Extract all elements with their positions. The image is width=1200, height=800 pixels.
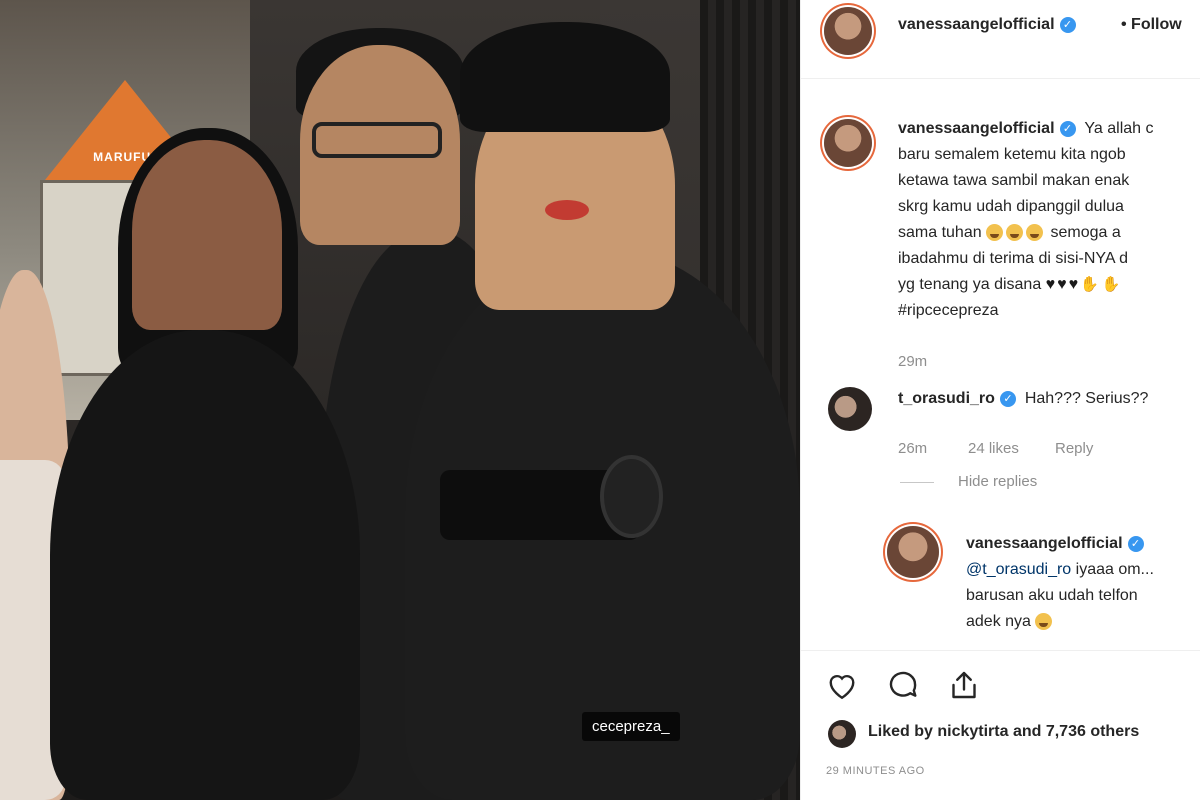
comment-time: 26m [898,440,928,457]
caption-line-6: ibadahmu di terima di sisi-NYA d [898,250,1129,267]
caption-line-7: yg tenang ya disana ♥ ♥ ♥ ✋ ✋ [898,275,1124,295]
crying-emoji-icon [986,224,1004,242]
commenter-avatar[interactable] [828,387,872,431]
verified-badge-icon: ✓ [1059,16,1076,33]
post-actions-bar [801,650,1200,711]
verified-badge-icon: ✓ [999,390,1016,407]
caption-text-8: yg tenang ya disana [898,276,1042,293]
commenter-username[interactable]: t_orasudi_ro [898,390,995,407]
photo-user-tag[interactable]: cecepreza_ [582,712,680,741]
photo-glasses [312,122,442,158]
author-username[interactable]: vanessaangelofficial [898,16,1055,33]
comment-bubble-icon[interactable] [885,667,921,703]
heart-outline-icon[interactable] [824,667,860,703]
caption-hashtag[interactable]: #ripcecepreza [898,301,999,321]
share-upload-icon[interactable] [946,667,982,703]
comment-likes[interactable]: 24 likes [968,440,1019,457]
post-timestamp: 29 MINUTES AGO [826,765,925,777]
verified-badge-icon: ✓ [1127,535,1144,552]
reply-line-2: barusan aku udah telfon [966,587,1138,604]
author-avatar[interactable] [824,7,872,55]
follow-button[interactable]: • Follow [1121,16,1182,34]
reply-avatar[interactable] [887,526,939,578]
likes-summary[interactable]: Liked by nickytirta and 7,736 others [868,723,1139,741]
photo-tongue [545,200,589,220]
caption-time: 29m [898,353,928,370]
crying-emoji-icon [1026,224,1044,242]
photo-camera-lens [600,455,663,538]
caption-text-6: semoga a [1050,224,1121,241]
reply-mention[interactable]: @t_orasudi_ro [966,561,1071,578]
caption-text-1: Ya allah c [1084,120,1154,137]
reply-body: vanessaangelofficial ✓ @t_orasudi_ro iyaa… [966,531,1154,635]
comment-body: t_orasudi_ro ✓ Hah??? Serius?? [898,390,1148,408]
praying-hands-icon: ✋ [1080,276,1099,293]
caption-line-3: ketawa tawa sambil makan enak [898,172,1130,189]
caption-line-4: skrg kamu udah dipanggil dulua [898,198,1124,215]
crying-emoji-icon [1035,613,1053,631]
comment-text: Hah??? Serius?? [1024,390,1149,407]
likes-row: Liked by nickytirta and 7,736 others [801,710,1200,760]
hide-replies-divider [900,481,934,483]
hide-replies-label: Hide replies [958,473,1038,490]
caption-line-1: vanessaangelofficial ✓ Ya allah c [898,119,1153,139]
caption-username[interactable]: vanessaangelofficial [898,120,1055,137]
photo-person-woman-face [132,140,282,330]
liker-avatar[interactable] [828,720,856,748]
hide-replies-button[interactable]: Hide replies [900,473,1037,490]
reply-text-3: adek nya [966,613,1031,630]
black-heart-icon: ♥ [1068,276,1079,293]
photo-cap [460,22,670,132]
crying-emoji-icon [1006,224,1024,242]
reply-name-row: vanessaangelofficial ✓ [966,531,1154,557]
verified-badge-icon: ✓ [1059,120,1076,137]
caption-line-2: baru semalem ketemu kita ngob [898,146,1126,163]
comment-reply-button[interactable]: Reply [1055,440,1093,457]
reply-line-1: @t_orasudi_ro iyaaa om... [966,557,1154,583]
photo-person-woman-dress [50,330,360,800]
praying-hands-icon: ✋ [1101,276,1121,293]
author-name-row: vanessaangelofficial ✓ [898,16,1076,34]
post-photo[interactable]: MARUFUK cecepreza_ [0,0,800,800]
caption-text-5: sama tuhan [898,224,982,241]
caption-avatar[interactable] [824,119,872,167]
black-heart-icon: ♥ [1045,276,1056,293]
reply-username[interactable]: vanessaangelofficial [966,535,1123,552]
reply-text-1: iyaaa om... [1071,561,1154,578]
instagram-post-view: MARUFUK cecepreza_ vanessaangelofficial ✓… [0,0,1200,800]
caption-line-5: sama tuhan semoga a [898,223,1121,243]
post-header: vanessaangelofficial ✓ • Follow [801,0,1200,79]
reply-line-3: adek nya [966,609,1154,635]
black-heart-icon: ♥ [1057,276,1067,293]
post-sidebar: vanessaangelofficial ✓ • Follow vanessaan… [800,0,1200,800]
